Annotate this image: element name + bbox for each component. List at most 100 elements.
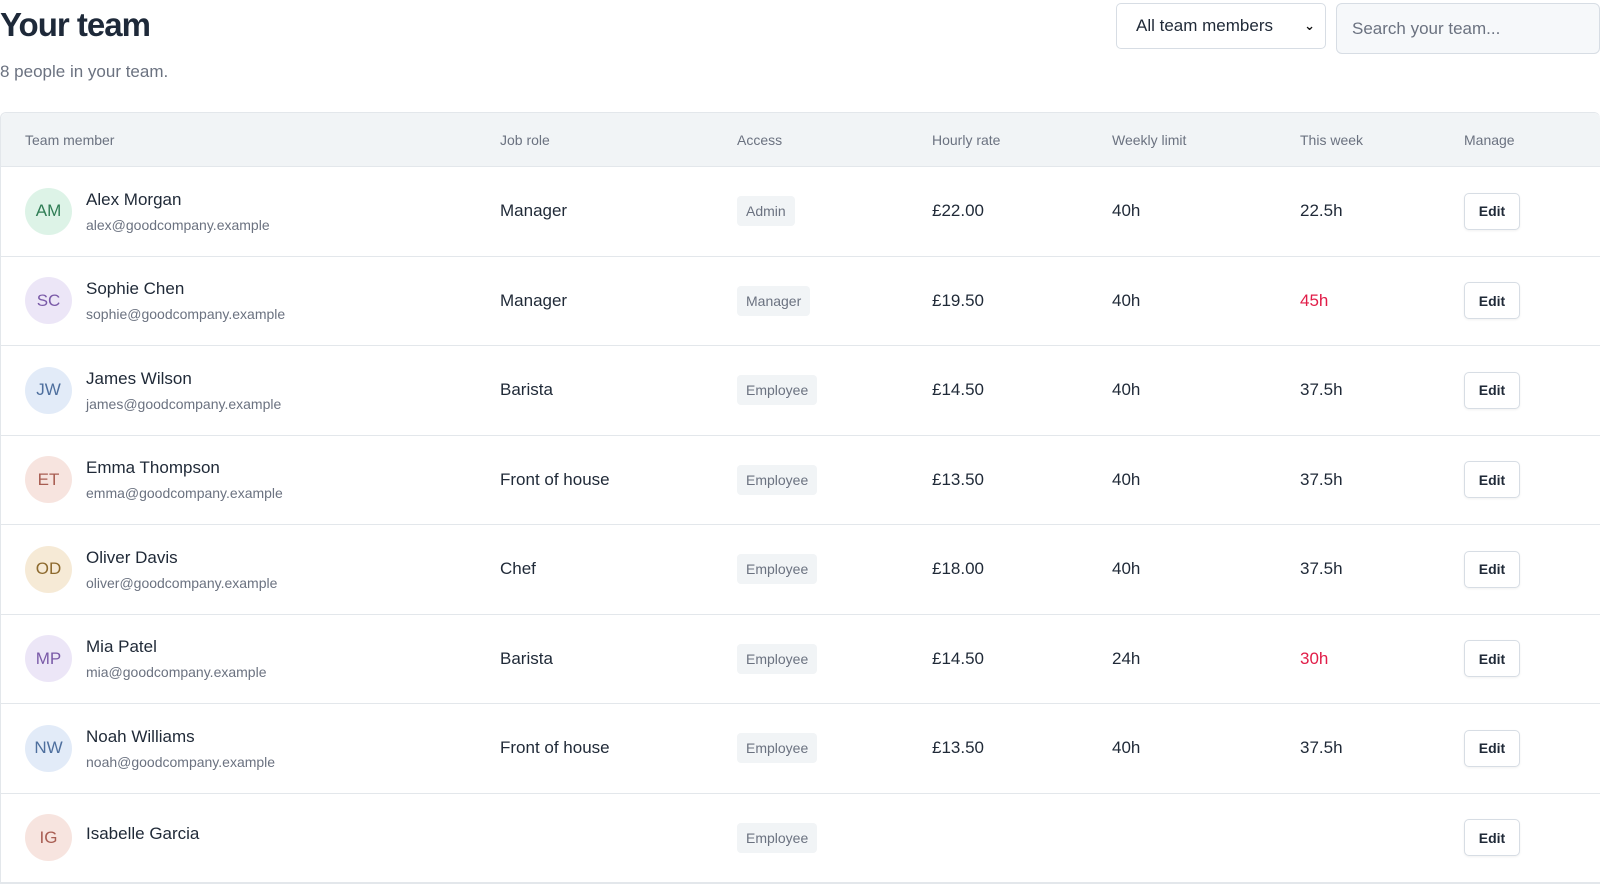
access-cell: Employee	[737, 554, 932, 585]
member-info: Emma Thompson emma@goodcompany.example	[86, 458, 283, 501]
edit-button[interactable]: Edit	[1464, 192, 1520, 230]
table-row: OD Oliver Davis oliver@goodcompany.example…	[1, 525, 1600, 615]
weekly-limit: 24h	[1112, 648, 1141, 668]
member-cell: SC Sophie Chen sophie@goodcompany.example	[1, 277, 500, 325]
member-info: Isabelle Garcia	[86, 824, 199, 851]
avatar: NW	[25, 724, 72, 772]
member-name: Mia Patel	[86, 637, 157, 657]
table-row: AM Alex Morgan alex@goodcompany.example Man…	[1, 167, 1600, 257]
table-header: Team member Job role Access Hourly rate …	[1, 113, 1600, 167]
member-cell: OD Oliver Davis oliver@goodcompany.example	[1, 545, 500, 593]
member-email: alex@goodcompany.example	[86, 216, 270, 233]
avatar: IG	[25, 814, 72, 862]
weekly-limit: 40h	[1112, 469, 1141, 489]
job-role: Front of house	[500, 469, 610, 489]
access-badge: Employee	[737, 733, 818, 764]
edit-button[interactable]: Edit	[1464, 819, 1520, 857]
member-email: noah@goodcompany.example	[86, 753, 276, 770]
job-role: Manager	[500, 290, 568, 310]
manage-cell: Edit	[1464, 819, 1594, 857]
member-info: Alex Morgan alex@goodcompany.example	[86, 190, 270, 233]
member-email: sophie@goodcompany.example	[86, 306, 286, 323]
manage-cell: Edit	[1464, 282, 1594, 320]
search-input[interactable]	[1336, 3, 1600, 54]
manage-cell: Edit	[1464, 550, 1594, 588]
member-email: emma@goodcompany.example	[86, 485, 283, 502]
weekly-limit: 40h	[1112, 738, 1141, 758]
column-header-access: Access	[737, 131, 783, 148]
hours-this-week: 22.5h	[1300, 201, 1343, 221]
table-body: AM Alex Morgan alex@goodcompany.example Man…	[1, 167, 1600, 883]
member-name: Sophie Chen	[86, 279, 185, 299]
job-role: Front of house	[500, 738, 610, 758]
job-role: Barista	[500, 648, 553, 668]
hours-this-week: 37.5h	[1300, 559, 1343, 579]
member-name: Emma Thompson	[86, 458, 220, 478]
access-badge: Employee	[737, 375, 818, 406]
edit-button[interactable]: Edit	[1464, 282, 1520, 320]
team-table: Team member Job role Access Hourly rate …	[0, 112, 1600, 884]
column-header-member: Team member	[25, 131, 115, 148]
edit-button[interactable]: Edit	[1464, 461, 1520, 499]
access-cell: Employee	[737, 375, 932, 406]
access-badge: Employee	[737, 554, 818, 585]
table-row: NW Noah Williams noah@goodcompany.example F…	[1, 704, 1600, 794]
avatar: AM	[25, 187, 72, 235]
edit-button[interactable]: Edit	[1464, 371, 1520, 409]
member-cell: ET Emma Thompson emma@goodcompany.example	[1, 456, 500, 504]
table-row: IG Isabelle Garcia Employee Edit	[1, 794, 1600, 883]
edit-button[interactable]: Edit	[1464, 729, 1520, 767]
team-count: 8 people in your team.	[0, 62, 169, 81]
member-email: mia@goodcompany.example	[86, 664, 267, 681]
edit-button[interactable]: Edit	[1464, 550, 1520, 588]
page-title: Your team	[0, 6, 151, 43]
manage-cell: Edit	[1464, 729, 1594, 767]
hourly-rate: £13.50	[932, 469, 984, 489]
weekly-limit: 40h	[1112, 290, 1141, 310]
access-badge: Manager	[737, 285, 811, 316]
member-info: James Wilson james@goodcompany.example	[86, 369, 281, 412]
table-row: JW James Wilson james@goodcompany.example B…	[1, 346, 1600, 436]
hourly-rate: £14.50	[932, 648, 984, 668]
job-role: Barista	[500, 380, 553, 400]
hourly-rate: £14.50	[932, 380, 984, 400]
avatar: JW	[25, 366, 72, 414]
column-header-week: This week	[1300, 131, 1364, 148]
member-name: James Wilson	[86, 368, 192, 388]
manage-cell: Edit	[1464, 192, 1594, 230]
access-badge: Employee	[737, 822, 818, 853]
member-info: Oliver Davis oliver@goodcompany.example	[86, 548, 277, 591]
member-cell: AM Alex Morgan alex@goodcompany.example	[1, 187, 500, 235]
member-email: james@goodcompany.example	[86, 395, 282, 412]
team-filter-select[interactable]: All team members ⌄	[1116, 3, 1326, 49]
access-cell: Manager	[737, 285, 932, 316]
column-header-limit: Weekly limit	[1112, 131, 1187, 148]
member-cell: JW James Wilson james@goodcompany.example	[1, 366, 500, 414]
access-cell: Employee	[737, 733, 932, 764]
table-row: SC Sophie Chen sophie@goodcompany.example M…	[1, 257, 1600, 346]
weekly-limit: 40h	[1112, 380, 1141, 400]
page-header: Your team 8 people in your team. All tea…	[0, 0, 1600, 112]
member-cell: MP Mia Patel mia@goodcompany.example	[1, 635, 500, 683]
access-badge: Employee	[737, 464, 818, 495]
access-cell: Employee	[737, 643, 932, 674]
member-name: Isabelle Garcia	[86, 824, 200, 844]
access-cell: Admin	[737, 196, 932, 227]
chevron-down-icon: ⌄	[1304, 18, 1315, 33]
access-badge: Employee	[737, 643, 818, 674]
avatar: SC	[25, 277, 72, 325]
column-header-role: Job role	[500, 131, 550, 148]
edit-button[interactable]: Edit	[1464, 640, 1520, 678]
hourly-rate: £13.50	[932, 738, 984, 758]
access-cell: Employee	[737, 464, 932, 495]
table-row: ET Emma Thompson emma@goodcompany.example F…	[1, 436, 1600, 525]
manage-cell: Edit	[1464, 461, 1594, 499]
team-filter-value: All team members	[1136, 16, 1273, 35]
manage-cell: Edit	[1464, 371, 1594, 409]
table-row: MP Mia Patel mia@goodcompany.example Barist…	[1, 615, 1600, 704]
access-badge: Admin	[737, 196, 795, 227]
avatar: ET	[25, 456, 72, 504]
member-name: Alex Morgan	[86, 189, 182, 209]
member-info: Mia Patel mia@goodcompany.example	[86, 637, 267, 680]
weekly-limit: 40h	[1112, 201, 1141, 221]
